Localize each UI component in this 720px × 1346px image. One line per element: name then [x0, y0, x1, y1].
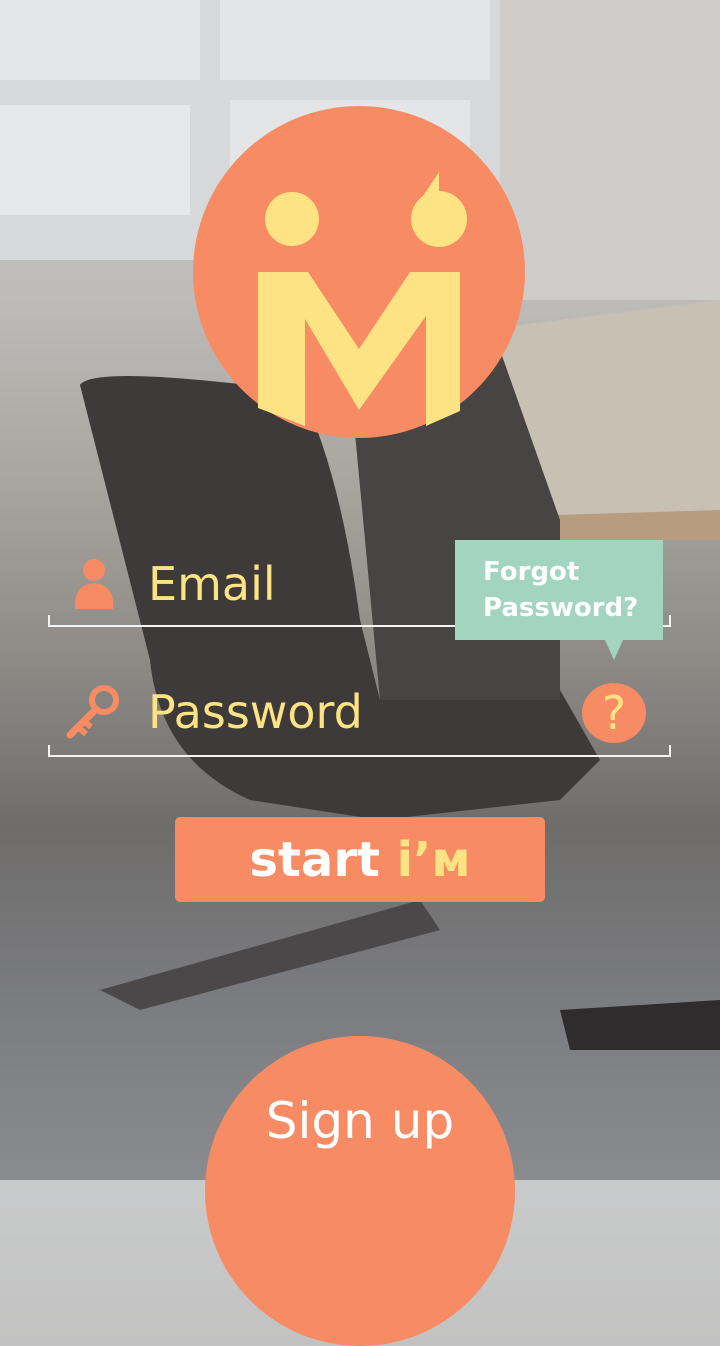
forgot-password-tooltip[interactable]: Forgot Password?: [455, 540, 663, 660]
forgot-line1: Forgot: [483, 557, 580, 587]
key-icon: [66, 685, 119, 739]
user-icon: [74, 559, 114, 609]
forgot-line2: Password?: [483, 593, 639, 623]
password-input[interactable]: Password: [148, 685, 363, 739]
sign-up-label: Sign up: [265, 1092, 455, 1150]
email-input[interactable]: Email: [148, 557, 276, 611]
start-button[interactable]: start i’м: [175, 817, 545, 902]
sign-up-button[interactable]: Sign up: [205, 1036, 515, 1346]
brand-mark: i’м: [396, 831, 471, 888]
im-logo: [193, 106, 525, 438]
password-underline: [48, 745, 671, 757]
start-label: start: [249, 831, 380, 888]
help-question-icon[interactable]: ?: [582, 683, 646, 743]
